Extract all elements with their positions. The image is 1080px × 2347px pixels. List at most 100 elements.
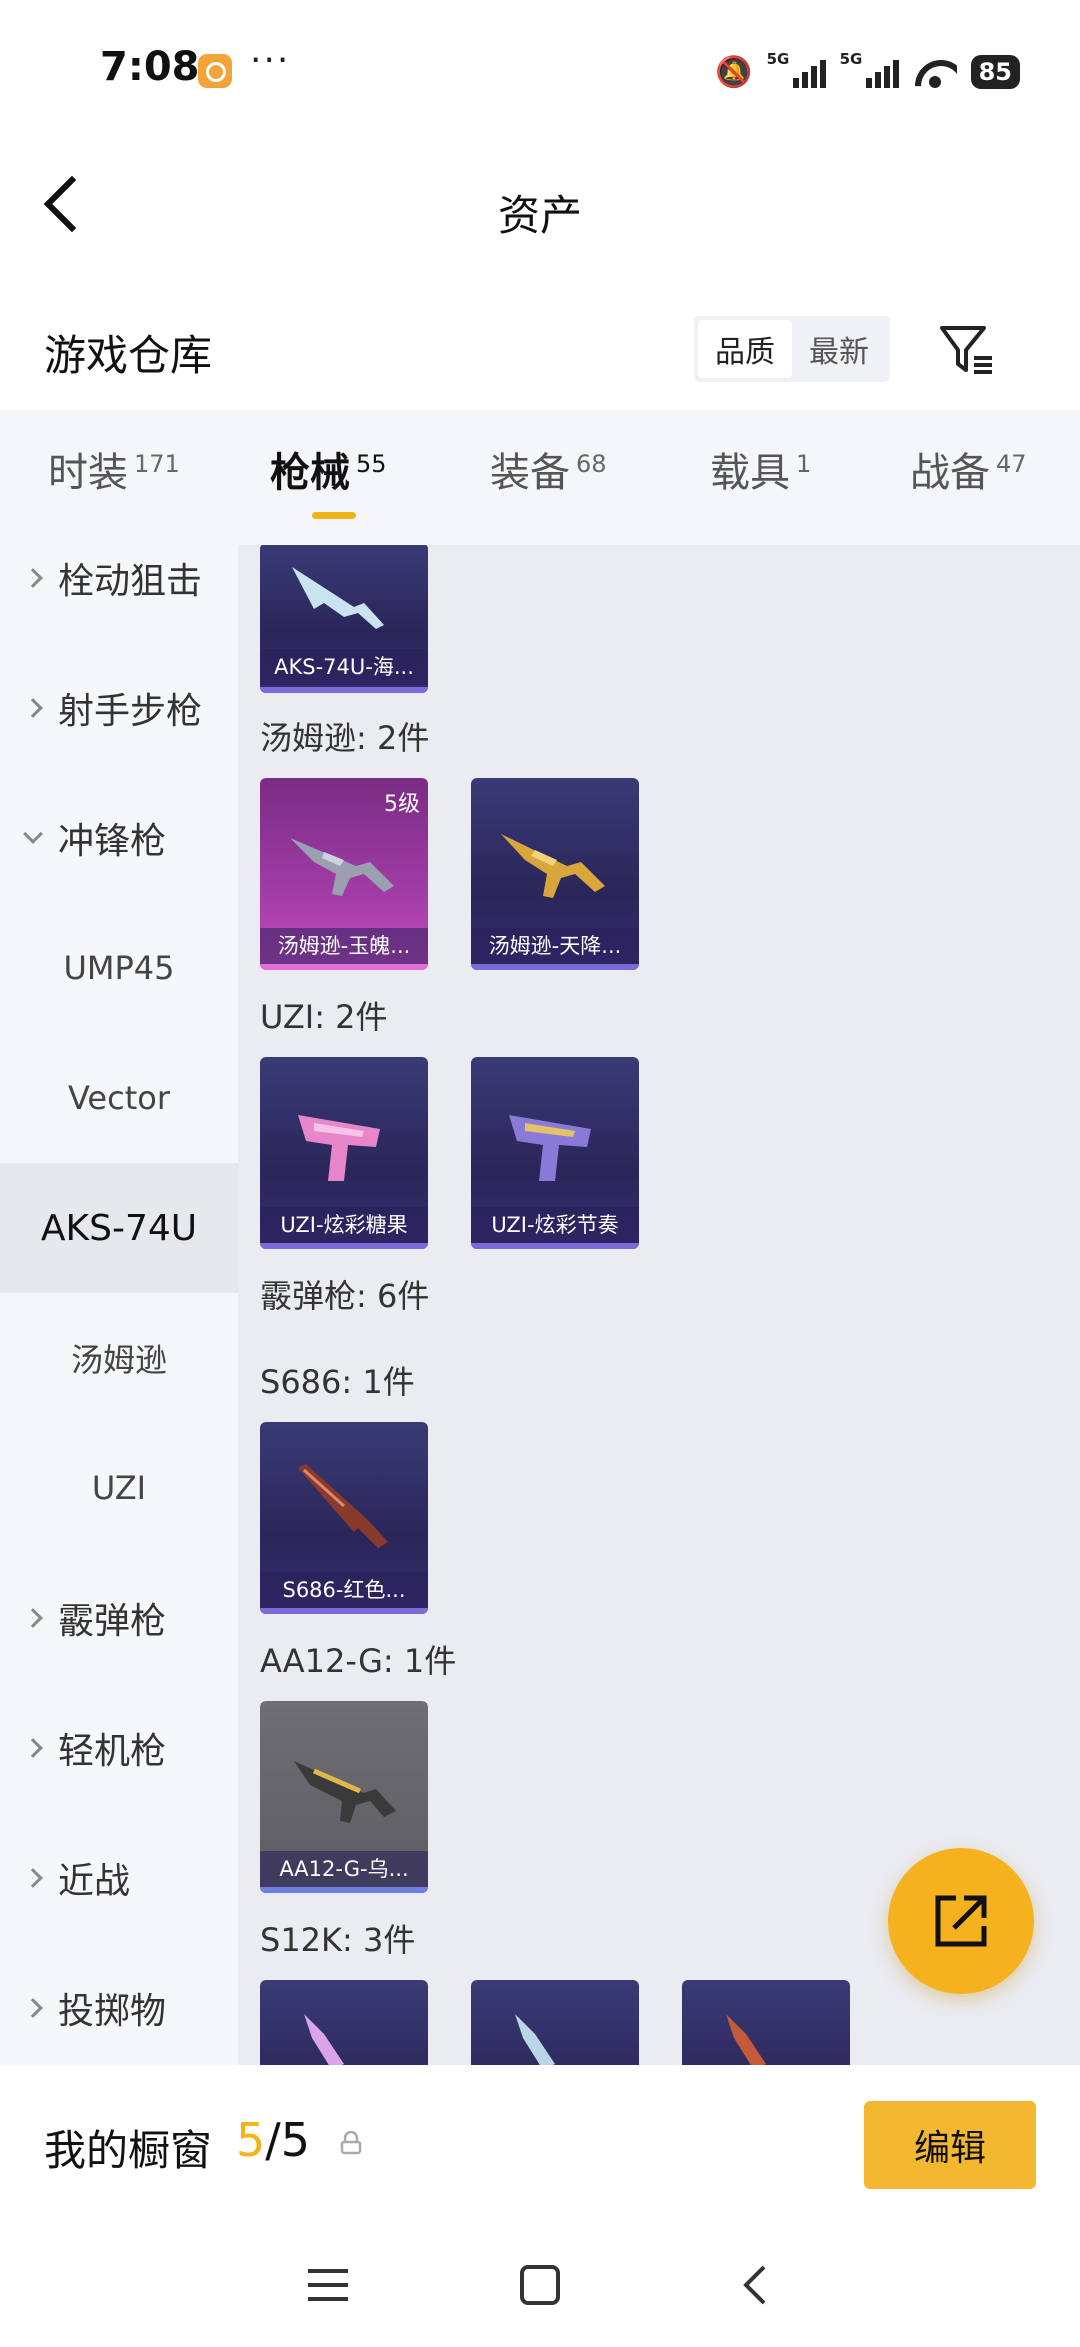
system-back-button[interactable] (726, 2255, 786, 2315)
group-label-uzi: UZI: 2件 (260, 998, 388, 1036)
weapon-card[interactable]: UZI-炫彩节奏 (471, 1057, 639, 1249)
active-tab-indicator (312, 512, 356, 519)
rarity-bar (260, 1243, 428, 1249)
sort-toggle: 品质 最新 (694, 316, 890, 382)
weapon-card-name: UZI-炫彩糖果 (260, 1207, 428, 1243)
shotgun-icon (726, 2014, 766, 2065)
app-notification-icon (198, 54, 232, 88)
rarity-bar (260, 1608, 428, 1614)
weapon-card-name: AKS-74U-海... (260, 649, 428, 685)
tab-costume[interactable]: 时装 171 (48, 440, 180, 498)
recent-apps-button[interactable] (298, 2255, 358, 2315)
shotgun-icon (515, 2014, 555, 2065)
uzi-icon (298, 1115, 380, 1181)
weapon-grid: AKS-74U-海... 汤姆逊: 2件 5级 汤姆逊-玉魄... 汤姆逊-天降… (238, 545, 1080, 2065)
rarity-bar (260, 1887, 428, 1893)
smg-icon (290, 838, 394, 896)
sidebar-item-vector[interactable]: Vector (0, 1033, 238, 1163)
weapon-card[interactable]: AA12-G-乌... (260, 1701, 428, 1893)
back-chevron-icon (743, 2265, 766, 2305)
status-icons: 🔕 5G 5G 85 (715, 50, 1020, 94)
weapon-card-name: 汤姆逊-玉魄... (260, 928, 428, 964)
category-tabs: 时装 171 枪械 55 装备 68 载具 1 战备 47 (0, 410, 1080, 545)
warehouse-title: 游戏仓库 (44, 331, 213, 380)
showcase-bar: 我的橱窗 5/5 编辑 (0, 2065, 1080, 2225)
sidebar-item-throwables[interactable]: 投掷物 (0, 1943, 238, 2065)
system-nav-bar (0, 2225, 1080, 2347)
shotgun-icon (298, 1464, 388, 1548)
more-notifications-icon: ··· (250, 40, 291, 81)
chevron-right-icon (23, 1608, 43, 1628)
sidebar-item-aks74u[interactable]: AKS-74U (0, 1163, 238, 1293)
sidebar-item-shotgun[interactable]: 霰弹枪 (0, 1553, 238, 1683)
sidebar-item-thompson[interactable]: 汤姆逊 (0, 1293, 238, 1423)
lock-icon (340, 2131, 362, 2155)
app-header: 资产 (0, 140, 1080, 270)
menu-icon (308, 2269, 348, 2301)
edit-button[interactable]: 编辑 (864, 2101, 1036, 2189)
chevron-right-icon (23, 568, 43, 588)
chevron-right-icon (23, 1738, 43, 1758)
rarity-bar (471, 964, 639, 970)
warehouse-toolbar: 游戏仓库 品质 最新 (0, 300, 1080, 400)
status-time: 7:08 (100, 44, 200, 90)
chevron-right-icon (23, 698, 43, 718)
uzi-icon (509, 1115, 591, 1181)
home-square-icon (520, 2265, 560, 2305)
sidebar-item-ump45[interactable]: UMP45 (0, 903, 238, 1033)
sidebar-item-uzi[interactable]: UZI (0, 1423, 238, 1553)
tab-supplies[interactable]: 战备 47 (910, 440, 1027, 498)
group-label-s12k: S12K: 3件 (260, 1921, 416, 1959)
weapon-card-name: S686-红色... (260, 1572, 428, 1608)
weapon-card[interactable] (471, 1980, 639, 2065)
chevron-right-icon (23, 1868, 43, 1888)
weapon-card[interactable]: AKS-74U-海... (260, 545, 428, 693)
rarity-bar (260, 687, 428, 693)
tab-vehicles[interactable]: 载具 1 (710, 440, 811, 498)
sidebar-item-bolt-action-sniper[interactable]: 栓动狙击 (0, 545, 238, 643)
sort-latest-option[interactable]: 最新 (792, 320, 886, 378)
weapon-card[interactable]: 5级 汤姆逊-玉魄... (260, 778, 428, 970)
showcase-label: 我的橱窗 (44, 2126, 213, 2175)
sidebar-item-marksman-rifle[interactable]: 射手步枪 (0, 643, 238, 773)
rifle-icon (292, 567, 384, 629)
showcase-count: 5/5 (236, 2113, 311, 2167)
tab-equipment[interactable]: 装备 68 (490, 440, 607, 498)
weapon-card[interactable]: UZI-炫彩糖果 (260, 1057, 428, 1249)
mute-bell-icon: 🔕 (715, 54, 753, 90)
filter-icon (940, 326, 992, 374)
sidebar-item-smg[interactable]: 冲锋枪 (0, 773, 238, 903)
weapon-card[interactable]: 汤姆逊-天降... (471, 778, 639, 970)
tab-firearms[interactable]: 枪械 55 (270, 440, 387, 498)
status-bar: 7:08 ··· 🔕 5G 5G 85 (0, 0, 1080, 140)
signal-5g-icon: 5G (767, 50, 826, 88)
rarity-bar (471, 1243, 639, 1249)
sort-quality-option[interactable]: 品质 (698, 320, 792, 378)
sidebar-item-lmg[interactable]: 轻机枪 (0, 1683, 238, 1813)
filter-button[interactable] (936, 318, 998, 380)
group-label-shotgun: 霰弹枪: 6件 (260, 1277, 430, 1315)
rarity-bar (260, 964, 428, 970)
weapon-card-name: AA12-G-乌... (260, 1851, 428, 1887)
shotgun-icon (304, 2014, 344, 2065)
signal-5g-icon-2: 5G (840, 50, 899, 88)
shotgun-icon (294, 1761, 396, 1823)
group-label-thompson: 汤姆逊: 2件 (260, 719, 430, 757)
weapon-card[interactable] (682, 1980, 850, 2065)
share-fab-button[interactable] (888, 1848, 1034, 1994)
chevron-down-icon (23, 824, 43, 844)
smg-icon (501, 834, 605, 898)
page-title: 资产 (497, 191, 582, 240)
weapon-type-sidebar: 栓动狙击 射手步枪 冲锋枪 UMP45 Vector AKS-74U 汤姆逊 U… (0, 545, 238, 2065)
home-button[interactable] (510, 2255, 570, 2315)
weapon-card-name: UZI-炫彩节奏 (471, 1207, 639, 1243)
chevron-right-icon (23, 1998, 43, 2018)
group-label-s686: S686: 1件 (260, 1363, 415, 1401)
wifi-icon (913, 56, 957, 88)
weapon-card[interactable] (260, 1980, 428, 2065)
weapon-card-name: 汤姆逊-天降... (471, 928, 639, 964)
sidebar-item-melee[interactable]: 近战 (0, 1813, 238, 1943)
weapon-card[interactable]: S686-红色... (260, 1422, 428, 1614)
share-external-icon (935, 1895, 987, 1947)
battery-indicator: 85 (970, 55, 1020, 89)
